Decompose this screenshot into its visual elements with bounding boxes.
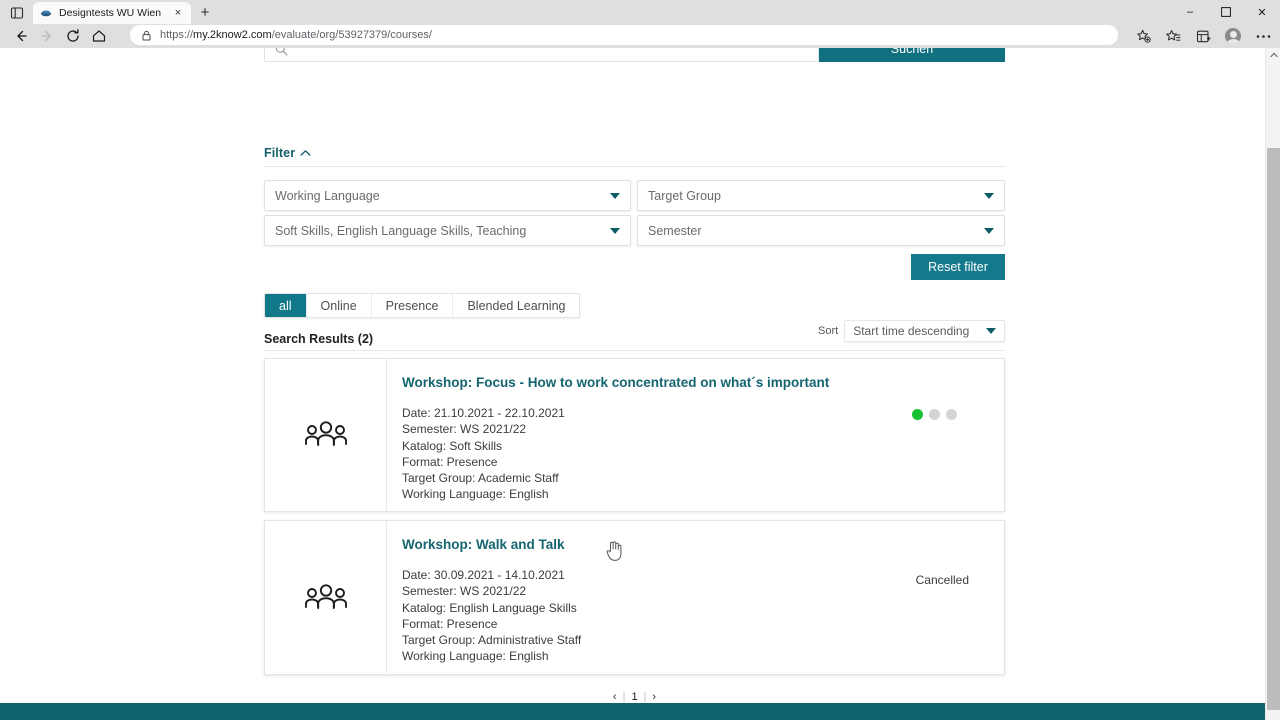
url-path: /evaluate/org/53927379/courses/ [271,29,432,41]
select-working-language[interactable]: Working Language [264,180,631,211]
select-semester-value: Semester [648,223,702,238]
card-meta-date: Date: 30.09.2021 - 14.10.2021 [402,568,565,583]
sort-select[interactable]: Start time descending [844,320,1005,342]
card-body: Workshop: Focus - How to work concentrat… [387,359,1004,511]
filter-toggle[interactable]: Filter [264,143,1005,163]
status-badge [912,409,957,420]
card-title[interactable]: Workshop: Focus - How to work concentrat… [402,375,984,391]
browser-tabstrip: Designtests WU Wien × + – ✕ [0,0,1280,24]
select-katalog[interactable]: Soft Skills, English Language Skills, Te… [264,215,631,246]
result-card[interactable]: Workshop: Walk and Talk Date: 30.09.2021… [264,520,1005,675]
card-meta-format: Format: Presence [402,616,498,631]
sort-control: Sort Start time descending [818,320,1005,342]
card-meta-katalog: Katalog: English Language Skills [402,600,577,615]
filter-divider [264,166,1005,167]
url-scheme: https:// [160,29,194,41]
tab-favicon-icon [39,6,53,20]
tab-all[interactable]: all [265,294,307,317]
reset-filter-button[interactable]: Reset filter [911,254,1005,280]
close-tab-icon[interactable]: × [171,6,185,20]
chevron-down-icon [986,328,996,334]
vertical-scrollbar[interactable] [1265,48,1280,720]
more-options-icon[interactable] [1248,24,1278,48]
add-favorite-icon[interactable] [1128,24,1158,48]
home-icon[interactable] [86,24,112,48]
pagination-separator-left: | [622,690,626,703]
search-row: Suchen [264,48,1005,66]
browser-tab-title: Designtests WU Wien [59,7,162,19]
pagination-page-1[interactable]: 1 [628,691,640,703]
new-tab-button[interactable]: + [195,3,215,22]
tab-presence[interactable]: Presence [372,294,454,317]
address-bar[interactable]: https://my.2know2.com/evaluate/org/53927… [130,25,1118,45]
group-people-icon [304,421,347,446]
card-meta-semester: Semester: WS 2021/22 [402,584,527,599]
pagination-next[interactable]: › [649,691,659,703]
search-button[interactable]: Suchen [819,48,1005,62]
select-target-group-value: Target Group [648,188,721,203]
chevron-down-icon [610,192,620,199]
card-meta-date: Date: 21.10.2021 - 22.10.2021 [402,406,565,421]
card-thumbnail [265,521,387,674]
format-tabs: all Online Presence Blended Learning [264,293,581,318]
browser-tab[interactable]: Designtests WU Wien × [33,2,191,24]
select-target-group[interactable]: Target Group [637,180,1005,211]
card-body: Workshop: Walk and Talk Date: 30.09.2021… [387,521,1004,674]
minimize-icon[interactable]: – [1172,0,1208,24]
url-host: my.2know2.com [193,29,272,41]
scroll-up-icon[interactable] [1266,48,1280,62]
card-thumbnail [265,359,387,511]
favorites-icon[interactable] [1158,24,1188,48]
toolbar-right-actions [1128,24,1278,48]
scrollbar-thumb[interactable] [1267,148,1280,710]
status-dot-1 [912,409,923,420]
sort-label: Sort [818,325,839,337]
close-window-icon[interactable]: ✕ [1244,0,1280,24]
chevron-down-icon [610,227,620,234]
chevron-up-icon [300,149,311,157]
search-results-heading: Search Results (2) [264,332,374,346]
browser-chrome: Designtests WU Wien × + – ✕ https://my.2… [0,0,1280,48]
profile-avatar-icon[interactable] [1218,24,1248,48]
tab-sidebar-icon[interactable] [6,3,28,22]
search-icon [275,48,288,56]
address-bar-url: https://my.2know2.com/evaluate/org/53927… [160,29,432,41]
window-controls: – ✕ [1172,0,1280,24]
card-meta-semester: Semester: WS 2021/22 [402,422,527,437]
tab-online[interactable]: Online [307,294,372,317]
search-input[interactable] [264,48,819,62]
lock-icon [138,30,154,41]
group-people-icon [304,583,347,609]
card-title[interactable]: Workshop: Walk and Talk [402,537,984,553]
select-semester[interactable]: Semester [637,215,1005,246]
card-meta-katalog: Katalog: Soft Skills [402,438,503,453]
page-viewport: Suchen Filter Working Language Target Gr… [0,48,1280,720]
chevron-down-icon [984,192,994,199]
card-meta-target-group: Target Group: Administrative Staff [402,633,582,647]
page-content: Suchen Filter Working Language Target Gr… [0,48,1265,720]
card-meta-format: Format: Presence [402,454,498,469]
select-working-language-value: Working Language [275,188,380,203]
chevron-down-icon [984,227,994,234]
status-dot-3 [946,409,957,420]
collections-icon[interactable] [1188,24,1218,48]
filter-label: Filter [264,146,296,160]
card-meta-working-language: Working Language: English [402,487,549,502]
status-dot-2 [929,409,940,420]
back-arrow-icon[interactable] [8,24,34,48]
forward-arrow-icon [34,24,60,48]
reload-icon[interactable] [60,24,86,48]
sort-select-value: Start time descending [853,324,970,338]
pagination-separator-right: | [643,690,647,703]
maximize-icon[interactable] [1208,0,1244,24]
select-katalog-value: Soft Skills, English Language Skills, Te… [275,223,527,238]
result-card[interactable]: Workshop: Focus - How to work concentrat… [264,358,1005,512]
tab-blended-learning[interactable]: Blended Learning [453,294,579,317]
page-footer-bar [0,703,1265,720]
status-badge: Cancelled [915,573,969,587]
card-meta-working-language: Working Language: English [402,649,549,664]
card-meta-target-group: Target Group: Academic Staff [402,471,559,485]
pagination-prev[interactable]: ‹ [610,691,620,703]
results-divider [264,350,1005,351]
